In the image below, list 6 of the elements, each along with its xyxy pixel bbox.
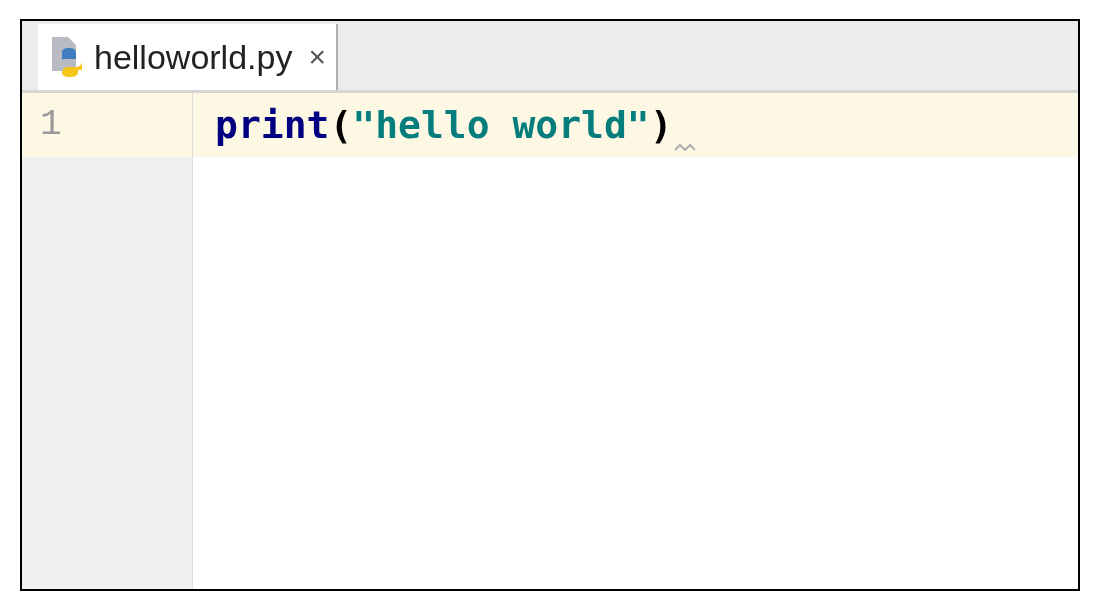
- tab-label: helloworld.py: [94, 40, 293, 74]
- squiggle-icon: [673, 143, 696, 151]
- file-tab[interactable]: helloworld.py ×: [38, 24, 338, 90]
- code-text: print("hello world"): [215, 101, 673, 149]
- line-number: 1: [40, 103, 62, 147]
- close-icon[interactable]: ×: [308, 42, 326, 72]
